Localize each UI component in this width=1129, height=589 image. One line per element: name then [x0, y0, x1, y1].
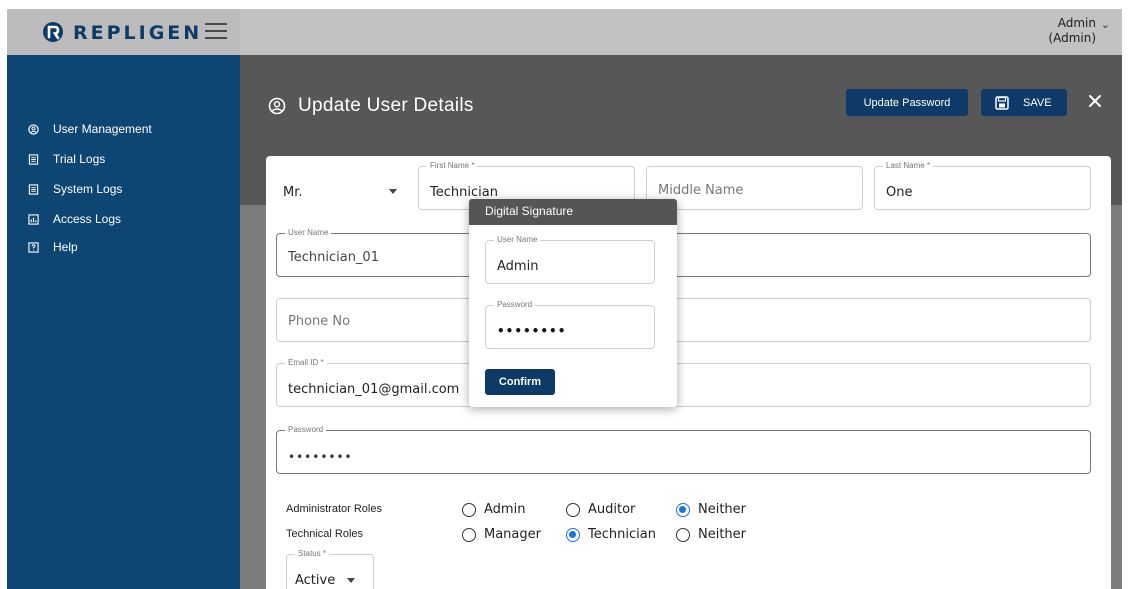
hamburger-menu-icon[interactable] [205, 23, 227, 41]
sidebar-item-help[interactable]: Help [7, 236, 240, 258]
user-role: (Admin) [1048, 31, 1096, 45]
sidebar-item-label: System Logs [53, 182, 123, 196]
sidebar-item-label: User Management [53, 122, 152, 136]
sidebar-item-label: Access Logs [53, 212, 122, 226]
chevron-down-icon: ⌄ [1100, 18, 1110, 31]
repligen-logo-icon [43, 22, 63, 42]
sidebar-item-user-management[interactable]: User Management [7, 118, 240, 140]
close-icon[interactable] [1087, 93, 1103, 109]
dialog-password-field[interactable]: Password •••••••• [485, 299, 655, 349]
user-name: Admin [1057, 16, 1096, 30]
top-bar: Admin (Admin) ⌄ [240, 9, 1122, 55]
document-list-icon [27, 153, 39, 165]
digital-signature-dialog: Digital Signature User Name Admin Passwo… [469, 199, 677, 407]
account-circle-icon [268, 97, 286, 115]
dialog-user-name-field[interactable]: User Name Admin [485, 234, 655, 284]
dialog-password-label: Password [494, 299, 536, 311]
page-title-row: Update User Details [268, 95, 474, 117]
help-box-icon [27, 241, 39, 253]
dialog-header: Digital Signature [469, 199, 677, 225]
save-icon [995, 95, 1009, 110]
brand-name: REPLIGEN [73, 22, 203, 44]
card-overlay [266, 156, 1111, 589]
sidebar-item-label: Help [53, 240, 78, 254]
user-menu[interactable]: Admin (Admin) ⌄ [1048, 16, 1110, 46]
dialog-title: Digital Signature [485, 204, 574, 218]
sidebar: User Management Trial Logs System Logs A… [7, 55, 240, 589]
account-circle-icon [27, 123, 39, 135]
save-label: SAVE [1023, 96, 1052, 109]
sidebar-item-access-logs[interactable]: Access Logs [7, 208, 240, 230]
app-window: REPLIGEN Admin (Admin) ⌄ User Management… [0, 0, 1129, 589]
update-password-button[interactable]: Update Password [846, 89, 968, 116]
dialog-password-mask: •••••••• [497, 324, 567, 338]
chart-box-icon [27, 213, 39, 225]
brand-bar: REPLIGEN [7, 9, 240, 55]
sidebar-item-trial-logs[interactable]: Trial Logs [7, 148, 240, 170]
dialog-user-name-value: Admin [497, 259, 539, 274]
document-list-icon [27, 183, 39, 195]
sidebar-item-system-logs[interactable]: System Logs [7, 178, 240, 200]
confirm-button[interactable]: Confirm [485, 369, 555, 395]
save-button[interactable]: SAVE [981, 89, 1067, 116]
page-title: Update User Details [298, 95, 474, 116]
sidebar-item-label: Trial Logs [53, 152, 106, 166]
dialog-user-name-label: User Name [494, 234, 541, 246]
